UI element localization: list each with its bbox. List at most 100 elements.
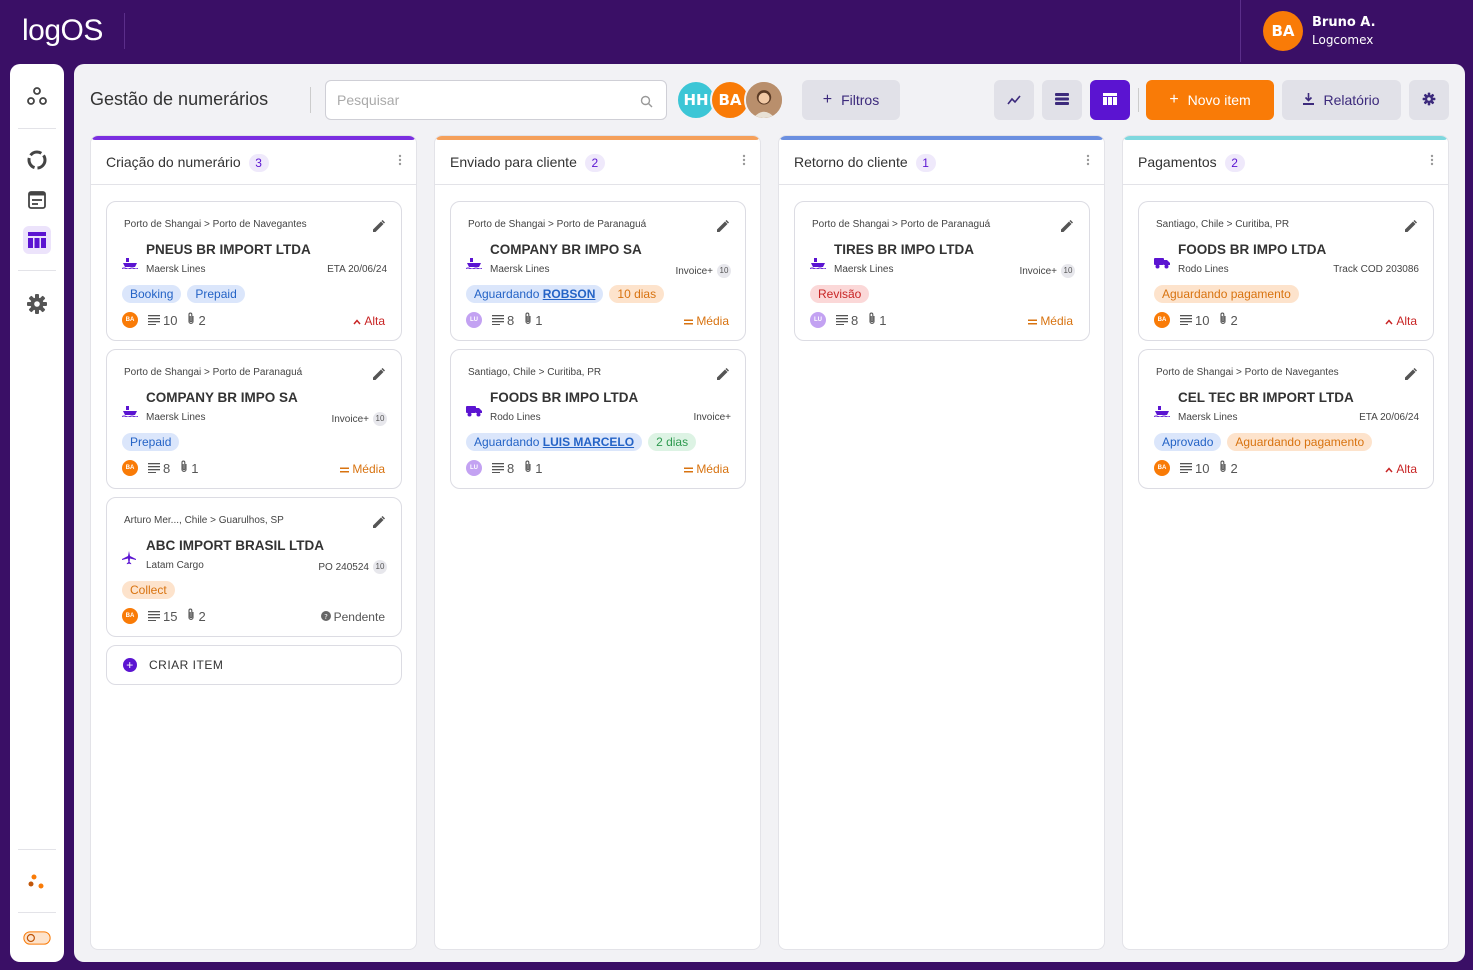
priority-label: Média <box>696 314 729 328</box>
tag-assignee-name[interactable]: ROBSON <box>543 287 596 301</box>
edit-pencil-icon[interactable] <box>717 365 730 384</box>
assignee-avatar[interactable]: LU <box>810 312 826 328</box>
paperclip-icon <box>187 312 195 328</box>
card-client-name: ABC IMPORT BRASIL LTDA <box>146 538 324 553</box>
tag-assignee-name[interactable]: LUIS MARCELO <box>543 435 634 449</box>
assignee-avatar[interactable]: BA <box>1154 460 1170 476</box>
document-icon[interactable] <box>23 186 51 214</box>
numerario-card[interactable]: Porto de Shangai > Porto de Paranaguá TIR… <box>794 201 1090 341</box>
app-logo[interactable]: logOS <box>22 14 103 48</box>
assignee-avatar[interactable]: BA <box>122 460 138 476</box>
status-tag[interactable]: Aguardando LUIS MARCELO <box>466 433 643 451</box>
priority-indicator: Média <box>340 462 385 476</box>
assignee-avatar[interactable]: LU <box>466 460 482 476</box>
attachments-count: 1 <box>524 460 542 476</box>
user-avatar[interactable]: BA <box>1263 11 1303 51</box>
status-tag[interactable]: Collect <box>122 581 175 599</box>
truck-transport-icon <box>1154 254 1170 273</box>
status-tag[interactable]: 2 dias <box>648 433 697 451</box>
docs-count: 8 <box>492 313 514 328</box>
status-tag[interactable]: Prepaid <box>187 285 245 303</box>
assignee-avatar[interactable]: BA <box>122 312 138 328</box>
numerario-card[interactable]: Porto de Shangai > Porto de Navegantes CE… <box>1138 349 1434 489</box>
edit-pencil-icon[interactable] <box>717 217 730 236</box>
assignee-avatar[interactable]: LU <box>466 312 482 328</box>
board-view-button[interactable] <box>1090 80 1130 120</box>
numerario-card[interactable]: Santiago, Chile > Curitiba, PR FOODS BR I… <box>1138 201 1434 341</box>
kebab-menu-icon[interactable] <box>742 154 746 170</box>
user-menu[interactable]: BA Bruno A. Logcomex <box>1240 0 1473 62</box>
kebab-menu-icon[interactable] <box>398 154 402 170</box>
priority-indicator: Alta <box>1385 462 1417 476</box>
filters-button[interactable]: + Filtros <box>802 80 900 120</box>
edit-pencil-icon[interactable] <box>1061 217 1074 236</box>
create-item-button[interactable]: + CRIAR ITEM <box>106 645 402 685</box>
chart-view-button[interactable] <box>994 80 1034 120</box>
search-input[interactable] <box>325 80 667 120</box>
card-route: Santiago, Chile > Curitiba, PR <box>468 367 602 378</box>
search-icon[interactable] <box>640 93 653 112</box>
list-view-button[interactable] <box>1042 80 1082 120</box>
column-count-badge: 3 <box>248 154 269 172</box>
numerario-card[interactable]: Santiago, Chile > Curitiba, PR FOODS BR I… <box>450 349 746 489</box>
card-client-name: COMPANY BR IMPO SA <box>146 390 298 405</box>
filters-label: Filtros <box>841 92 880 108</box>
status-tag[interactable]: Aguardando pagamento <box>1227 433 1373 451</box>
paperclip-icon <box>187 608 195 624</box>
network-icon[interactable] <box>23 83 51 111</box>
edit-pencil-icon[interactable] <box>1405 365 1418 384</box>
priority-icon <box>1028 314 1038 328</box>
user-name: Bruno A. <box>1312 15 1376 30</box>
team-avatar-photo[interactable] <box>744 80 784 120</box>
status-tag[interactable]: Aguardando pagamento <box>1154 285 1299 303</box>
status-tag[interactable]: Revisão <box>810 285 870 303</box>
card-footer: LU 8 1 <box>466 460 542 476</box>
settings-gear-icon[interactable] <box>23 290 51 318</box>
theme-toggle-icon[interactable] <box>23 924 51 952</box>
partner-dots-icon[interactable] <box>23 868 51 896</box>
status-tag[interactable]: Aguardando ROBSON <box>466 285 604 303</box>
card-route: Porto de Shangai > Porto de Paranaguá <box>812 219 991 230</box>
docs-count: 8 <box>492 461 514 476</box>
priority-indicator: Média <box>1028 314 1073 328</box>
main-content: Gestão de numerários HH BA + Filtros + N… <box>74 64 1465 962</box>
numerario-card[interactable]: Porto de Shangai > Porto de Paranaguá COM… <box>106 349 402 489</box>
sidebar-divider <box>18 270 56 271</box>
edit-pencil-icon[interactable] <box>1405 217 1418 236</box>
paperclip-icon <box>524 460 532 476</box>
attachments-count: 2 <box>1219 312 1238 328</box>
card-reference: Invoice+ <box>693 412 731 423</box>
card-client-name: FOODS BR IMPO LTDA <box>490 390 639 405</box>
report-button[interactable]: Relatório <box>1282 80 1401 120</box>
edit-pencil-icon[interactable] <box>373 365 386 384</box>
kebab-menu-icon[interactable] <box>1086 154 1090 170</box>
reference-count-badge: 10 <box>1061 264 1075 278</box>
board-view-icon[interactable] <box>23 226 51 254</box>
numerario-card[interactable]: Porto de Shangai > Porto de Paranaguá COM… <box>450 201 746 341</box>
status-tag[interactable]: 10 dias <box>609 285 665 303</box>
assignee-avatar[interactable]: BA <box>1154 312 1170 328</box>
paperclip-icon <box>868 312 876 328</box>
numerario-card[interactable]: Arturo Mer..., Chile > Guarulhos, SP ABC … <box>106 497 402 637</box>
column-header: Enviado para cliente 2 <box>435 140 760 185</box>
lines-icon <box>148 609 160 624</box>
column-count-badge: 2 <box>584 154 605 172</box>
status-tag[interactable]: Booking <box>122 285 182 303</box>
column-count-badge: 2 <box>1224 154 1245 172</box>
card-carrier: Maersk Lines <box>146 412 206 423</box>
assignee-avatar[interactable]: BA <box>122 608 138 624</box>
truck-transport-icon <box>466 402 482 421</box>
new-item-button[interactable]: + Novo item <box>1146 80 1274 120</box>
dashboard-donut-icon[interactable] <box>23 146 51 174</box>
board-settings-button[interactable] <box>1409 80 1449 120</box>
status-tag[interactable]: Prepaid <box>122 433 180 451</box>
edit-pencil-icon[interactable] <box>373 513 386 532</box>
edit-pencil-icon[interactable] <box>373 217 386 236</box>
status-tag[interactable]: Aprovado <box>1154 433 1222 451</box>
column-title: Enviado para cliente 2 <box>450 154 605 172</box>
card-reference: Invoice+ 10 <box>675 264 731 278</box>
docs-count: 10 <box>148 313 177 328</box>
kebab-menu-icon[interactable] <box>1430 154 1434 170</box>
numerario-card[interactable]: Porto de Shangai > Porto de Navegantes PN… <box>106 201 402 341</box>
card-route: Santiago, Chile > Curitiba, PR <box>1156 219 1290 230</box>
